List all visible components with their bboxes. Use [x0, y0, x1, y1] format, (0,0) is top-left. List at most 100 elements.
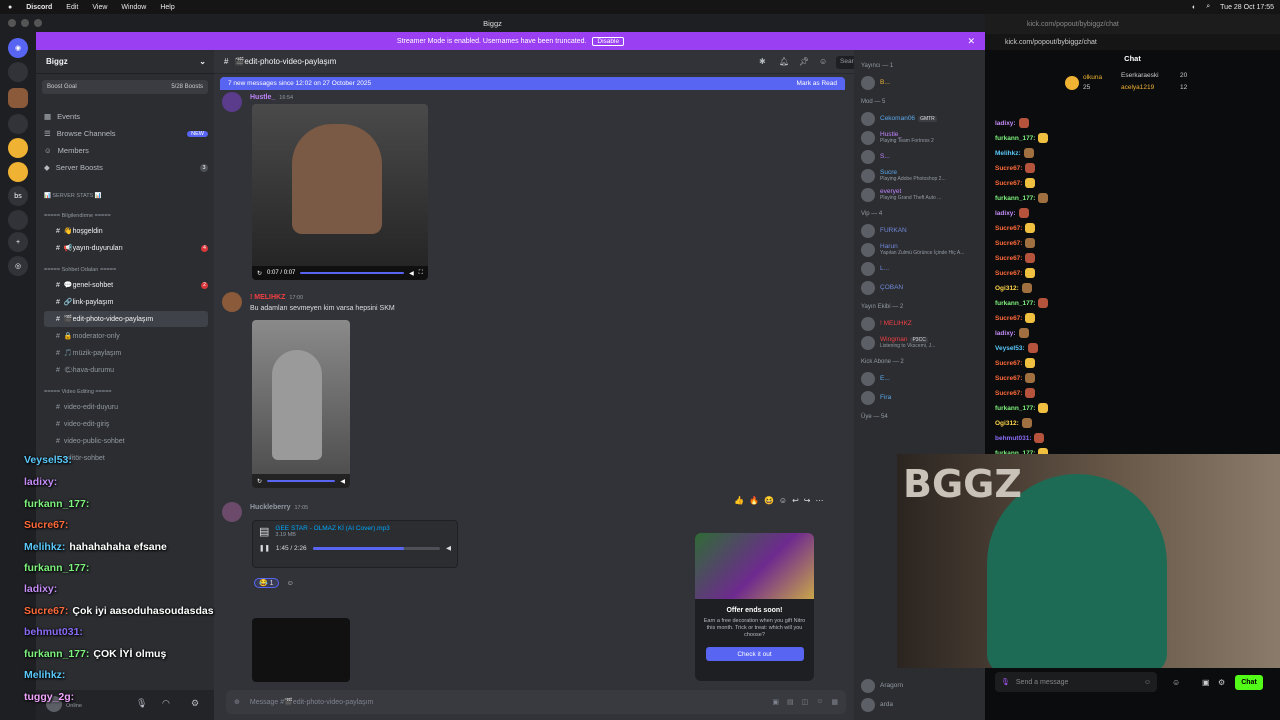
member-item[interactable]: ÇOBAN — [861, 278, 978, 297]
member-item[interactable]: everyet Playing Grand Theft Auto ... — [861, 185, 978, 204]
kick-username[interactable]: furkann_177: — [995, 300, 1035, 307]
kick-username[interactable]: Sucre67: — [995, 360, 1022, 367]
channel-item[interactable]: # 🔒moderator-only — [44, 328, 208, 344]
discover-icon[interactable]: ◎ — [8, 256, 28, 276]
channel-item[interactable]: # 🎬edit-photo-video-paylaşım — [44, 311, 208, 327]
thumbs-up-icon[interactable]: 👍 — [734, 496, 744, 505]
nav-browse-channels[interactable]: ☰ Browse Channels NEW — [44, 129, 208, 138]
avatar[interactable] — [222, 92, 242, 112]
kick-username[interactable]: Sucre67: — [995, 255, 1022, 262]
channel-item[interactable]: # 🎵müzik-paylaşım — [44, 345, 208, 361]
kick-username[interactable]: Sucre67: — [995, 180, 1022, 187]
wifi-icon[interactable]: ◐ — [1192, 4, 1196, 11]
laugh-icon[interactable]: 😆 — [764, 496, 774, 505]
server-icon[interactable] — [8, 162, 28, 182]
search-icon[interactable]: ⌕ — [1206, 3, 1210, 11]
leader-name[interactable]: acelya1219 — [1121, 84, 1154, 91]
volume-icon[interactable]: ◀ — [340, 478, 345, 485]
audio-filename[interactable]: GEE STAR - OLMAZ Kİ (AI Cover).mp3 — [275, 525, 389, 532]
volume-icon[interactable]: ◀ — [446, 544, 451, 552]
leader-name[interactable]: olkuna — [1083, 74, 1102, 81]
check-it-out-button[interactable]: Check it out — [705, 647, 804, 662]
close-icon[interactable]: ✕ — [967, 36, 975, 47]
kick-username[interactable]: Melihkz: — [995, 150, 1021, 157]
member-item[interactable]: Hustle_ Playing Team Fortress 2 — [861, 128, 978, 147]
kick-username[interactable]: Sucre67: — [995, 315, 1022, 322]
volume-icon[interactable]: ◀ — [409, 270, 414, 277]
channel-item[interactable]: # 👋hoşgeldin — [44, 223, 208, 239]
members-list-icon[interactable]: ☺ — [819, 57, 827, 66]
avatar[interactable] — [222, 292, 242, 312]
kick-username[interactable]: furkann_177: — [995, 195, 1035, 202]
menu-view[interactable]: View — [92, 4, 107, 11]
member-item[interactable]: ! MELIHKZ — [861, 314, 978, 333]
kick-username[interactable]: Sucre67: — [995, 165, 1022, 172]
fullscreen-icon[interactable]: ⛶ — [419, 270, 423, 277]
kick-username[interactable]: Veysel53: — [995, 345, 1025, 352]
channel-category[interactable]: ===== Video Editing ===== — [44, 384, 208, 400]
direct-messages-icon[interactable]: ◉ — [8, 38, 28, 58]
gear-icon[interactable]: ⚙ — [1218, 678, 1225, 687]
server-icon-selected[interactable] — [8, 88, 28, 108]
minimize-window-button[interactable] — [21, 19, 29, 27]
channel-item[interactable]: # video-edit-duyuru — [44, 399, 208, 415]
apps-icon[interactable]: ▦ — [831, 698, 838, 706]
server-icon[interactable] — [8, 138, 28, 158]
apple-icon[interactable]: ● — [8, 4, 12, 11]
kick-username[interactable]: Ogi312: — [995, 420, 1019, 427]
channel-item[interactable]: # 💬genel-sohbet 2 — [44, 277, 208, 293]
close-window-button[interactable] — [8, 19, 16, 27]
nav-members[interactable]: ☺ Members — [44, 146, 208, 155]
kick-username[interactable]: Sucre67: — [995, 375, 1022, 382]
gift-icon[interactable]: ▣ — [772, 698, 779, 706]
menu-edit[interactable]: Edit — [66, 4, 78, 11]
kick-username[interactable]: Ogi312: — [995, 285, 1019, 292]
kick-username[interactable]: furkann_177: — [995, 135, 1035, 142]
add-server-icon[interactable]: + — [8, 232, 28, 252]
member-item[interactable]: Harun Yapılan Zulmü Görünce İçinde Hiç A.… — [861, 240, 978, 259]
server-icon[interactable] — [8, 210, 28, 230]
video-progress[interactable] — [300, 272, 405, 274]
channel-category[interactable]: ===== Sohbet Odaları ===== — [44, 262, 208, 278]
video-attachment[interactable]: ↻ ◀ — [252, 320, 350, 488]
member-item[interactable]: arda — [861, 695, 893, 714]
channel-category[interactable]: ===== Bilgilendirme ===== — [44, 208, 208, 224]
kick-username[interactable]: ladixy: — [995, 210, 1016, 217]
kick-username[interactable]: Sucre67: — [995, 240, 1022, 247]
channel-item[interactable]: # 📢yayın-duyuruları 4 — [44, 240, 208, 256]
kick-username[interactable]: behmut031: — [995, 435, 1031, 442]
kick-username[interactable]: Sucre67: — [995, 225, 1022, 232]
menu-help[interactable]: Help — [160, 4, 174, 11]
reply-icon[interactable]: ↩ — [792, 496, 799, 505]
member-item[interactable]: FURKAN — [861, 221, 978, 240]
audio-progress[interactable] — [312, 546, 440, 550]
send-chat-button[interactable]: Chat — [1235, 675, 1263, 690]
server-icon[interactable] — [8, 114, 28, 134]
video-attachment[interactable] — [252, 618, 350, 682]
channel-item[interactable]: # 🔗link-paylaşım — [44, 294, 208, 310]
add-reaction-icon[interactable]: ☺ — [779, 496, 787, 505]
clock[interactable]: Tue 28 Oct 17:55 — [1220, 4, 1274, 11]
browser-url-bar[interactable]: kick.com/popout/bybiggz/chat — [985, 14, 1280, 34]
reaction-pill[interactable]: 😂 1 — [254, 578, 279, 588]
member-item[interactable]: Aragorn — [861, 676, 903, 695]
bell-icon[interactable]: 🔔︎ — [779, 57, 789, 66]
channel-item[interactable]: # 🌤hava-durumu — [44, 362, 208, 378]
add-reaction-icon[interactable]: ☺ — [287, 580, 294, 587]
pin-icon[interactable]: 📌︎ — [799, 57, 809, 66]
kick-message-input[interactable]: 🎙︎ Send a message ☺ — [995, 672, 1157, 692]
member-item[interactable]: S... — [861, 147, 978, 166]
message-input[interactable]: ⊕ Message #🎬edit-photo-video-paylaşım ▣ ▤… — [226, 690, 846, 714]
kick-username[interactable]: ladixy: — [995, 330, 1016, 337]
member-item[interactable]: Wingman P3CC Listening to Vkscemi, J... — [861, 333, 978, 352]
gift-icon[interactable]: ▣ — [1202, 678, 1210, 687]
boost-goal[interactable]: Boost Goal 5/28 Boosts — [42, 80, 208, 94]
channel-category[interactable]: 📊 SERVER STATS 📊 — [44, 188, 208, 204]
mark-as-read-button[interactable]: Mark as Read — [797, 80, 837, 87]
member-item[interactable]: Fira — [861, 388, 978, 407]
kick-username[interactable]: ladixy: — [995, 120, 1016, 127]
gif-icon[interactable]: ▤ — [787, 698, 794, 706]
kick-username[interactable]: Sucre67: — [995, 270, 1022, 277]
kick-username[interactable]: furkann_177: — [995, 405, 1035, 412]
zoom-window-button[interactable] — [34, 19, 42, 27]
